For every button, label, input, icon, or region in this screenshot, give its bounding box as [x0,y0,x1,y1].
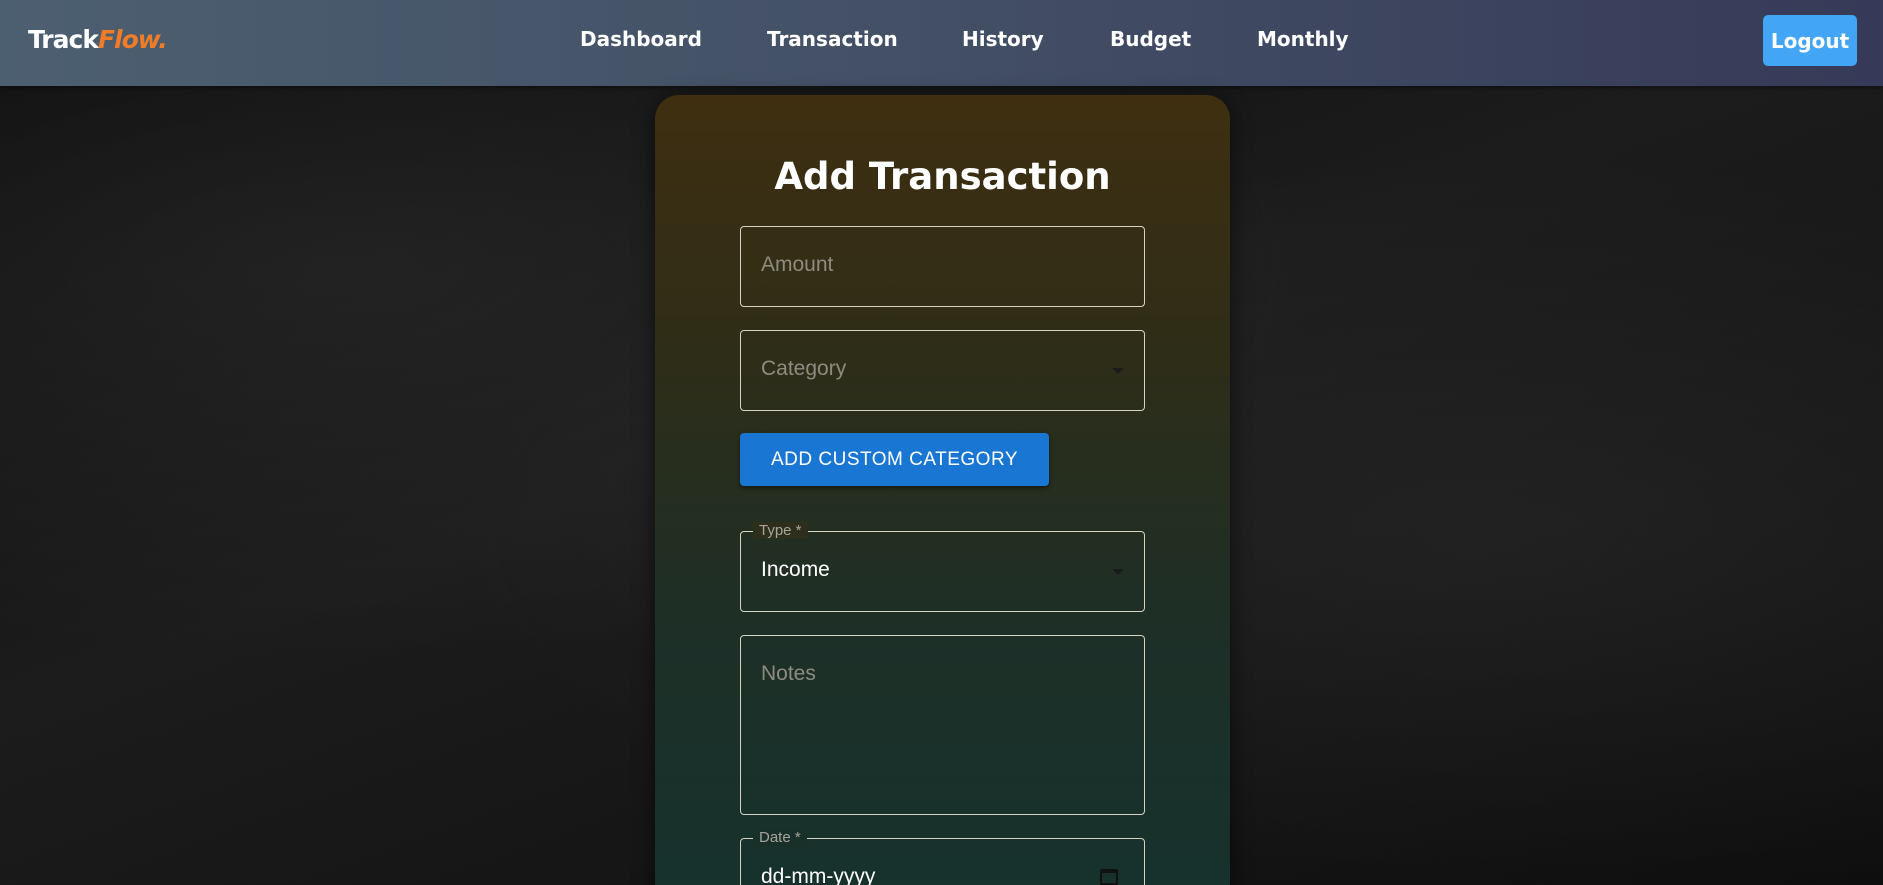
add-transaction-card: Add Transaction Amount Category ADD CUST… [655,95,1230,885]
nav-monthly[interactable]: Monthly [1257,27,1349,51]
logout-button[interactable]: Logout [1763,15,1857,66]
notes-textarea[interactable]: Notes [740,635,1145,815]
top-navbar: TrackFlow. Dashboard Transaction History… [0,0,1883,86]
category-placeholder: Category [761,357,847,380]
nav-dashboard[interactable]: Dashboard [580,27,702,51]
date-placeholder: dd-mm-yyyy [761,865,876,885]
type-select[interactable]: Type * Income [740,522,1145,612]
logo-accent: Flow. [97,25,168,54]
date-label: Date * [753,829,807,846]
date-input[interactable]: Date * dd-mm-yyyy [740,829,1145,885]
logo[interactable]: TrackFlow. [28,25,168,54]
chevron-down-icon [1112,368,1124,374]
nav-history[interactable]: History [962,27,1044,51]
type-value: Income [761,558,830,581]
chevron-down-icon [1112,569,1124,575]
logo-main: Track [28,25,99,54]
amount-input[interactable]: Amount [740,226,1145,307]
nav-budget[interactable]: Budget [1110,27,1191,51]
nav-transaction[interactable]: Transaction [767,27,898,51]
notes-placeholder: Notes [761,662,816,685]
type-label: Type * [753,522,808,539]
form-title: Add Transaction [774,155,1111,198]
category-select[interactable]: Category [740,330,1145,411]
amount-placeholder: Amount [761,253,834,276]
calendar-icon[interactable] [1100,869,1118,885]
add-custom-category-button[interactable]: ADD CUSTOM CATEGORY [740,433,1049,486]
